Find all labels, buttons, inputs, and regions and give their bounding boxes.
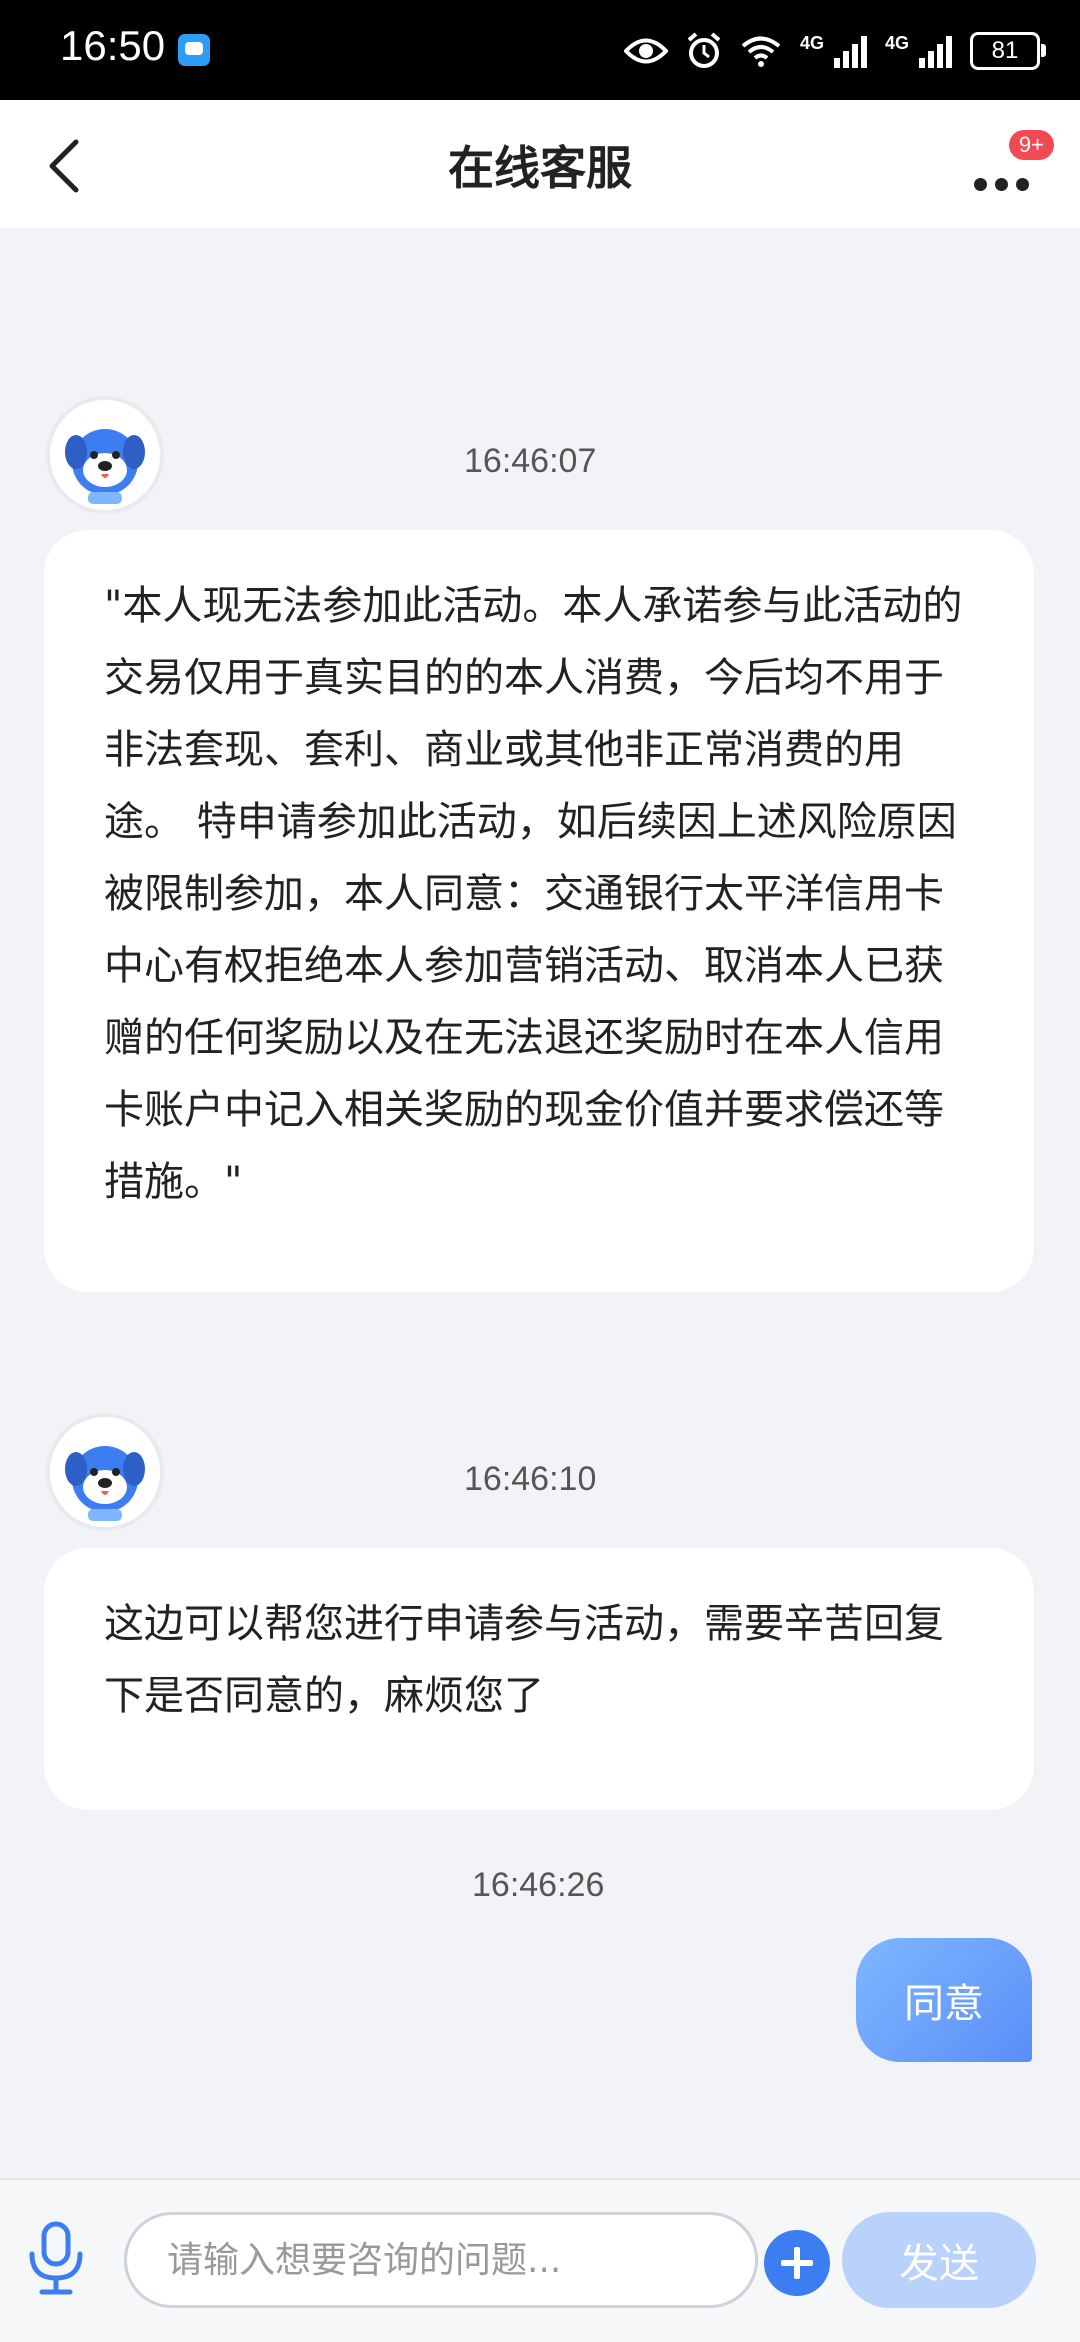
agent-message-bubble: 这边可以帮您进行申请参与活动，需要辛苦回复下是否同意的，麻烦您了: [44, 1548, 1034, 1810]
dog-mascot-avatar-icon: [50, 400, 160, 510]
status-time: 16:50: [60, 22, 166, 69]
more-dots-icon: [974, 178, 1029, 191]
send-button[interactable]: 发送: [842, 2212, 1036, 2308]
chat-header: 在线客服 9+: [0, 100, 1080, 228]
agent-avatar: [46, 1413, 164, 1531]
input-bar: 发送: [0, 2178, 1080, 2342]
eye-icon: [623, 31, 668, 71]
unread-badge: 9+: [1008, 130, 1054, 160]
signal-icon: [833, 34, 867, 68]
dog-mascot-avatar-icon: [50, 1417, 160, 1527]
plus-icon[interactable]: [764, 2230, 830, 2296]
wifi-icon: [740, 31, 782, 71]
status-bar: 16:50 4G 4G 81: [0, 0, 1080, 100]
agent-message-bubble: "本人现无法参加此活动。本人承诺参与此活动的交易仅用于真实目的的本人消费，今后均…: [44, 530, 1034, 1292]
network-type-2: 4G: [884, 32, 909, 53]
battery-icon: 81: [970, 32, 1046, 70]
message-timestamp: 16:46:07: [464, 442, 597, 480]
voice-input-button[interactable]: [22, 2218, 90, 2298]
status-icons: 4G 4G 81: [623, 26, 1046, 76]
message-timestamp: 16:46:10: [464, 1460, 597, 1498]
network-type-1: 4G: [799, 32, 824, 53]
signal-icon-2: [919, 34, 952, 68]
battery-level: 81: [991, 37, 1019, 64]
page-title: 在线客服: [448, 141, 632, 195]
microphone-icon: [29, 2221, 83, 2295]
alarm-icon: [686, 31, 722, 71]
agent-avatar: [46, 396, 164, 514]
message-notification-icon: [178, 34, 210, 66]
message-timestamp: 16:46:26: [472, 1866, 605, 1904]
message-input[interactable]: [124, 2212, 758, 2308]
user-message-bubble: 同意: [856, 1938, 1032, 2062]
more-button[interactable]: 9+: [960, 124, 1054, 214]
